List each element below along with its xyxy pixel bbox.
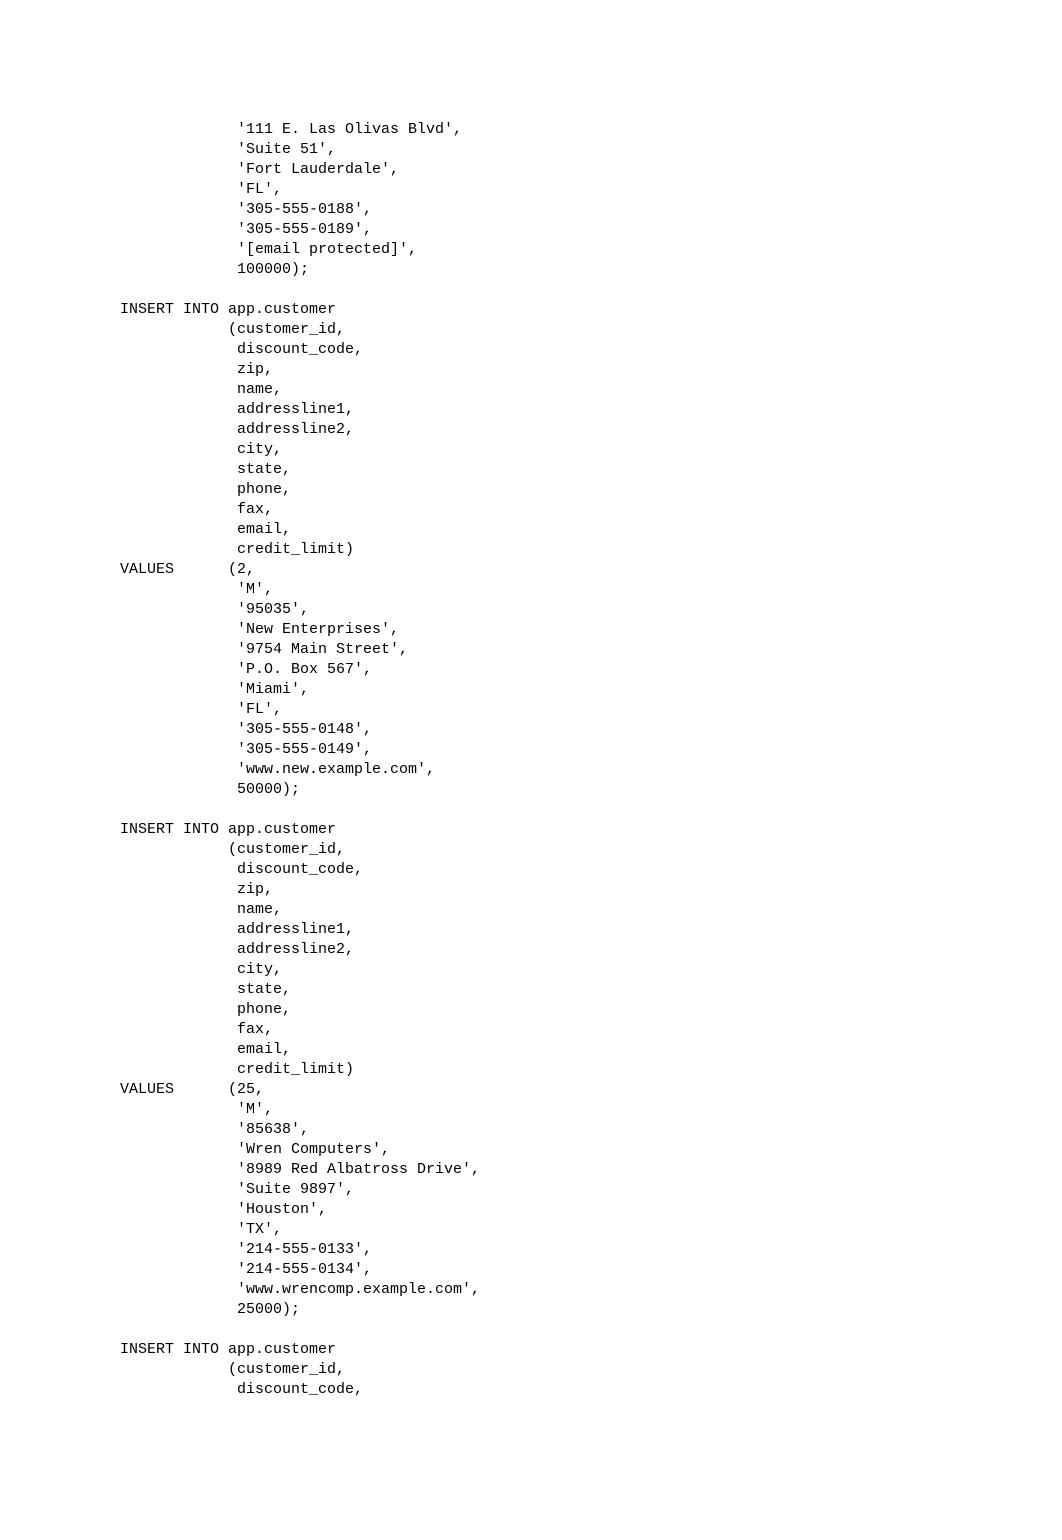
sql-code-block: '111 E. Las Olivas Blvd', 'Suite 51', 'F… bbox=[120, 120, 1062, 1400]
